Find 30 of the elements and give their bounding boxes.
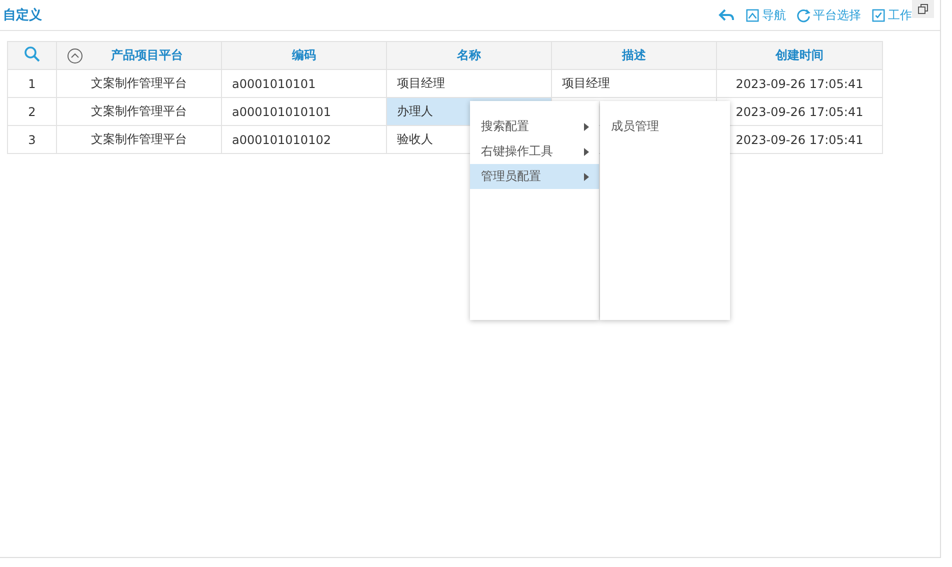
table-cell: 文案制作管理平台 — [56, 126, 222, 154]
row-number: 3 — [8, 126, 56, 154]
search-icon[interactable] — [24, 46, 40, 62]
column-header: 创建时间 — [716, 42, 882, 70]
column-header: 编码 — [222, 42, 386, 70]
submenu-arrow-icon — [584, 122, 589, 130]
column-header: 描述 — [552, 42, 716, 70]
table-cell: 文案制作管理平台 — [56, 98, 222, 126]
table-cell: a000101010102 — [222, 126, 386, 154]
table-cell: 2023-09-26 17:05:41 — [716, 70, 882, 98]
refresh-icon — [796, 8, 811, 22]
collapse-icon[interactable] — [67, 48, 83, 64]
restore-button[interactable] — [912, 0, 934, 18]
menu-item[interactable]: 管理员配置 — [470, 164, 599, 189]
table-cell: 项目经理 — [552, 70, 716, 98]
table-cell: 文案制作管理平台 — [56, 70, 222, 98]
back-button[interactable] — [717, 7, 735, 23]
restore-icon — [918, 4, 928, 14]
submenu-arrow-icon — [584, 148, 589, 156]
row-number: 2 — [8, 98, 56, 126]
picture-frame-icon — [745, 8, 760, 22]
checkbox-icon — [871, 8, 886, 22]
table-cell: a000101010101 — [222, 98, 386, 126]
row-number: 1 — [8, 70, 56, 98]
back-icon — [717, 7, 735, 23]
column-header: 名称 — [386, 42, 552, 70]
submenu-arrow-icon — [584, 172, 589, 180]
column-header: 产品项目平台 — [111, 47, 183, 64]
table-cell: a0001010101 — [222, 70, 386, 98]
page-title: 自定义 — [3, 6, 42, 24]
